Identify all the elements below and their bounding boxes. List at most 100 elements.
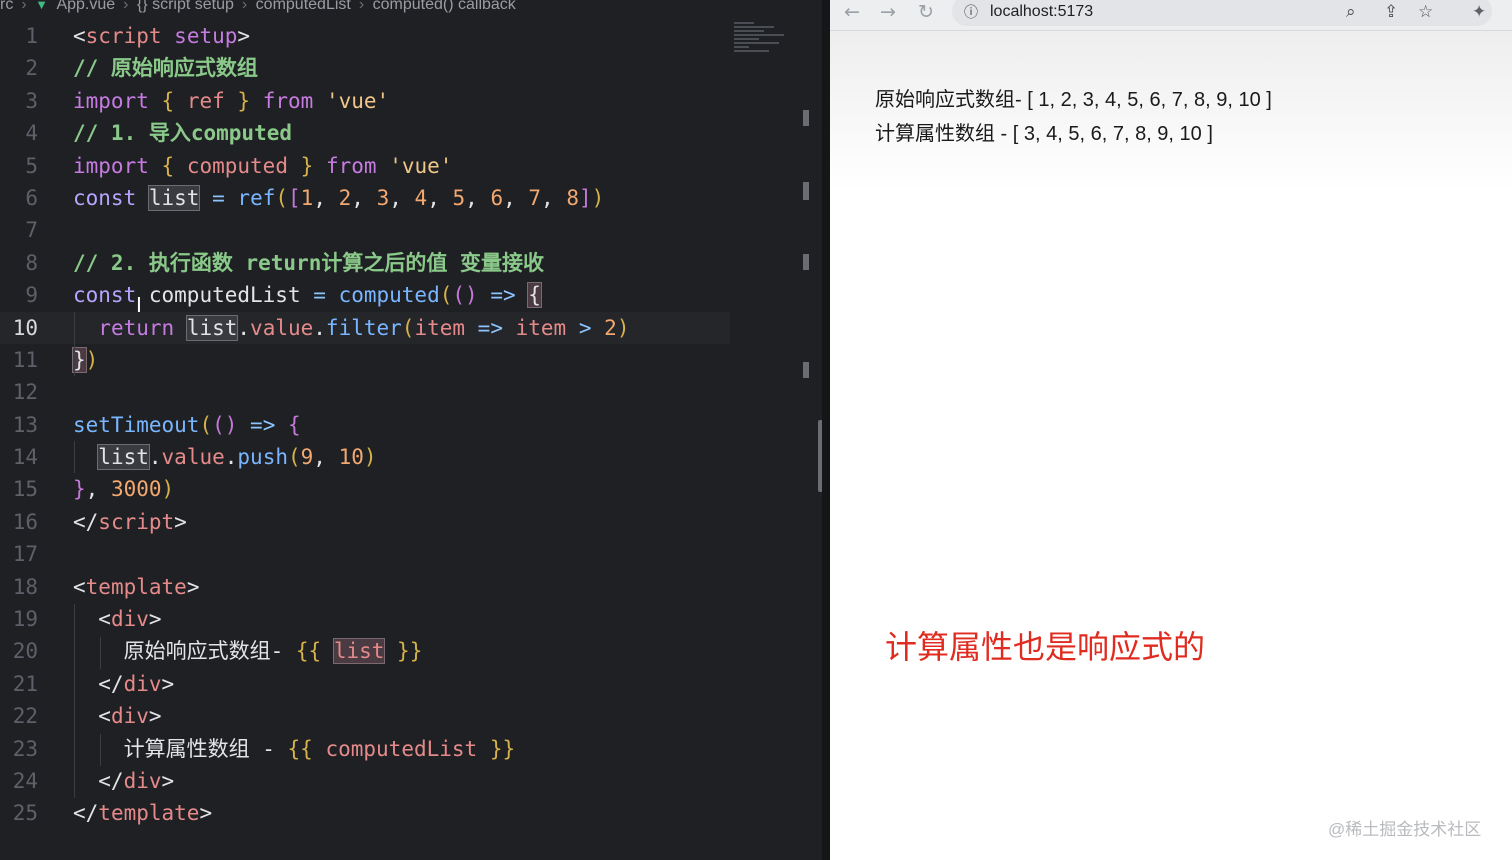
code-line: 5 import { computed } from 'vue' xyxy=(0,150,800,182)
code-text: }) xyxy=(72,346,99,373)
info-icon[interactable]: ⓘ xyxy=(964,2,978,22)
line-number: 7 xyxy=(25,218,38,243)
code-text: }, 3000) xyxy=(73,477,175,502)
code-line: 12 xyxy=(0,376,800,408)
code-line: 11}) xyxy=(0,344,800,376)
code-editor[interactable]: rc › ▼ App.vue › {} script setup › computed… xyxy=(0,0,822,860)
code-text: import { ref } from 'vue' xyxy=(73,88,390,113)
line-number: 5 xyxy=(25,153,38,178)
code-text: </div> xyxy=(73,768,175,793)
code-line: 9 const computedList = computed(() => { xyxy=(0,279,800,311)
line-number: 9 xyxy=(25,283,38,308)
original-array-text: 原始响应式数组- [ 1, 2, 3, 4, 5, 6, 7, 8, 9, 10… xyxy=(875,89,1272,111)
star-icon[interactable]: ☆ xyxy=(1418,2,1433,22)
vue-file-icon: ▼ xyxy=(35,0,48,12)
code-line: 24 </div> xyxy=(0,765,800,797)
code-line-current: 10 return list.value.filter(item => item… xyxy=(0,311,730,344)
code-text: import { computed } from 'vue' xyxy=(73,153,453,178)
indent-guide xyxy=(100,637,101,669)
indent-guide xyxy=(74,312,75,376)
pane-divider[interactable] xyxy=(822,0,830,860)
browser-window: ← → ↻ ⓘ localhost:5173 ⌕ ⇪ ☆ ✦ 原始响应式数组- … xyxy=(830,0,1512,860)
breadcrumb-item-script-setup[interactable]: {} script setup xyxy=(137,0,234,14)
code-text: </template> xyxy=(73,801,213,826)
browser-toolbar: ← → ↻ ⓘ localhost:5173 ⌕ ⇪ ☆ ✦ xyxy=(830,0,1512,31)
line-number: 23 xyxy=(12,736,38,761)
code-line: 13 setTimeout(() => { xyxy=(0,409,800,441)
breadcrumb: rc › ▼ App.vue › {} script setup › computed… xyxy=(0,0,520,16)
line-number: 16 xyxy=(12,509,38,534)
line-number: 14 xyxy=(12,445,38,470)
line-number: 11 xyxy=(12,347,38,372)
code-text: // 1. 导入computed xyxy=(73,121,293,146)
line-number: 13 xyxy=(12,412,38,437)
minimap[interactable] xyxy=(734,20,798,80)
code-line: 18 <template> xyxy=(0,571,800,603)
indent-guide xyxy=(100,734,101,766)
indent-guide xyxy=(74,604,75,798)
code-text: return list.value.filter(item => item > … xyxy=(98,314,630,341)
code-line: 21 </div> xyxy=(0,668,800,700)
reload-icon[interactable]: ↻ xyxy=(918,1,934,23)
breadcrumb-item-file[interactable]: App.vue xyxy=(56,0,115,14)
breadcrumb-item-rc[interactable]: rc xyxy=(0,0,13,14)
line-number: 24 xyxy=(12,768,38,793)
line-number: 8 xyxy=(25,250,38,275)
url-text[interactable]: localhost:5173 xyxy=(990,3,1093,21)
code-text: 计算属性数组 - {{ computedList }} xyxy=(73,736,516,761)
line-number: 3 xyxy=(25,88,38,113)
scroll-mark xyxy=(803,182,809,200)
code-line: 16 </script> xyxy=(0,506,800,538)
code-text: // 原始响应式数组 xyxy=(73,56,258,81)
line-number: 25 xyxy=(12,801,38,826)
code-line: 19 <div> xyxy=(0,603,800,635)
line-number: 17 xyxy=(12,542,38,567)
line-number: 1 xyxy=(25,24,38,48)
line-number: 2 xyxy=(25,56,38,81)
share-icon[interactable]: ⇪ xyxy=(1384,2,1398,22)
code-text: </script> xyxy=(73,509,187,534)
code-line: 14 list.value.push(9, 10) xyxy=(0,441,800,473)
code-text: const computedList = computed(() => { xyxy=(73,282,542,309)
scroll-mark xyxy=(803,110,809,126)
code-text: const list = ref([1, 2, 3, 4, 5, 6, 7, 8… xyxy=(73,184,605,211)
line-number: 10 xyxy=(12,315,38,340)
line-number: 19 xyxy=(12,607,38,632)
code-text: <div> xyxy=(73,607,162,632)
code-line: 2 // 原始响应式数组 xyxy=(0,52,800,84)
line-number: 22 xyxy=(12,704,38,729)
code-text: <script setup> xyxy=(73,24,251,48)
arrow-left-icon[interactable]: ← xyxy=(844,1,860,23)
annotation-text: 计算属性也是响应式的 xyxy=(885,629,1206,665)
code-text: <template> xyxy=(73,574,200,599)
code-line: 23 计算属性数组 - {{ computedList }} xyxy=(0,733,800,765)
breadcrumb-item-computedlist[interactable]: computedList xyxy=(256,0,351,14)
code-line: 25 </template> xyxy=(0,797,800,829)
breadcrumb-item-callback[interactable]: computed() callback xyxy=(373,0,516,14)
computed-array-text: 计算属性数组 - [ 3, 4, 5, 6, 7, 8, 9, 10 ] xyxy=(875,123,1213,145)
indent-guide xyxy=(74,441,75,473)
code-line: 15}, 3000) xyxy=(0,473,800,505)
zoom-icon[interactable]: ⌕ xyxy=(1346,2,1356,22)
line-number: 18 xyxy=(12,574,38,599)
code-line: 3 import { ref } from 'vue' xyxy=(0,85,800,117)
address-bar[interactable]: ⓘ localhost:5173 ⌕ ⇪ ☆ xyxy=(952,0,1492,26)
code-line: 22 <div> xyxy=(0,700,800,732)
code-line: 1 <script setup> xyxy=(0,20,800,52)
code-text: setTimeout(() => { xyxy=(73,412,301,437)
code-text: <div> xyxy=(73,704,162,729)
arrow-right-icon[interactable]: → xyxy=(880,1,896,23)
mouse-ibeam-cursor: I xyxy=(136,293,142,317)
code-line: 8 // 2. 执行函数 return计算之后的值 变量接收 xyxy=(0,247,800,279)
line-number: 21 xyxy=(12,671,38,696)
line-number: 6 xyxy=(25,185,38,210)
code-area[interactable]: 1 <script setup> 2 // 原始响应式数组 3 import { re… xyxy=(0,20,800,830)
puzzle-icon[interactable]: ✦ xyxy=(1472,2,1486,22)
line-number: 4 xyxy=(25,121,38,146)
code-text: list.value.push(9, 10) xyxy=(97,444,377,471)
code-line: 17 xyxy=(0,538,800,570)
scroll-mark xyxy=(803,362,809,378)
watermark: @稀土掘金技术社区 xyxy=(1328,820,1482,839)
code-line: 4 // 1. 导入computed xyxy=(0,117,800,149)
code-line: 7 xyxy=(0,214,800,246)
